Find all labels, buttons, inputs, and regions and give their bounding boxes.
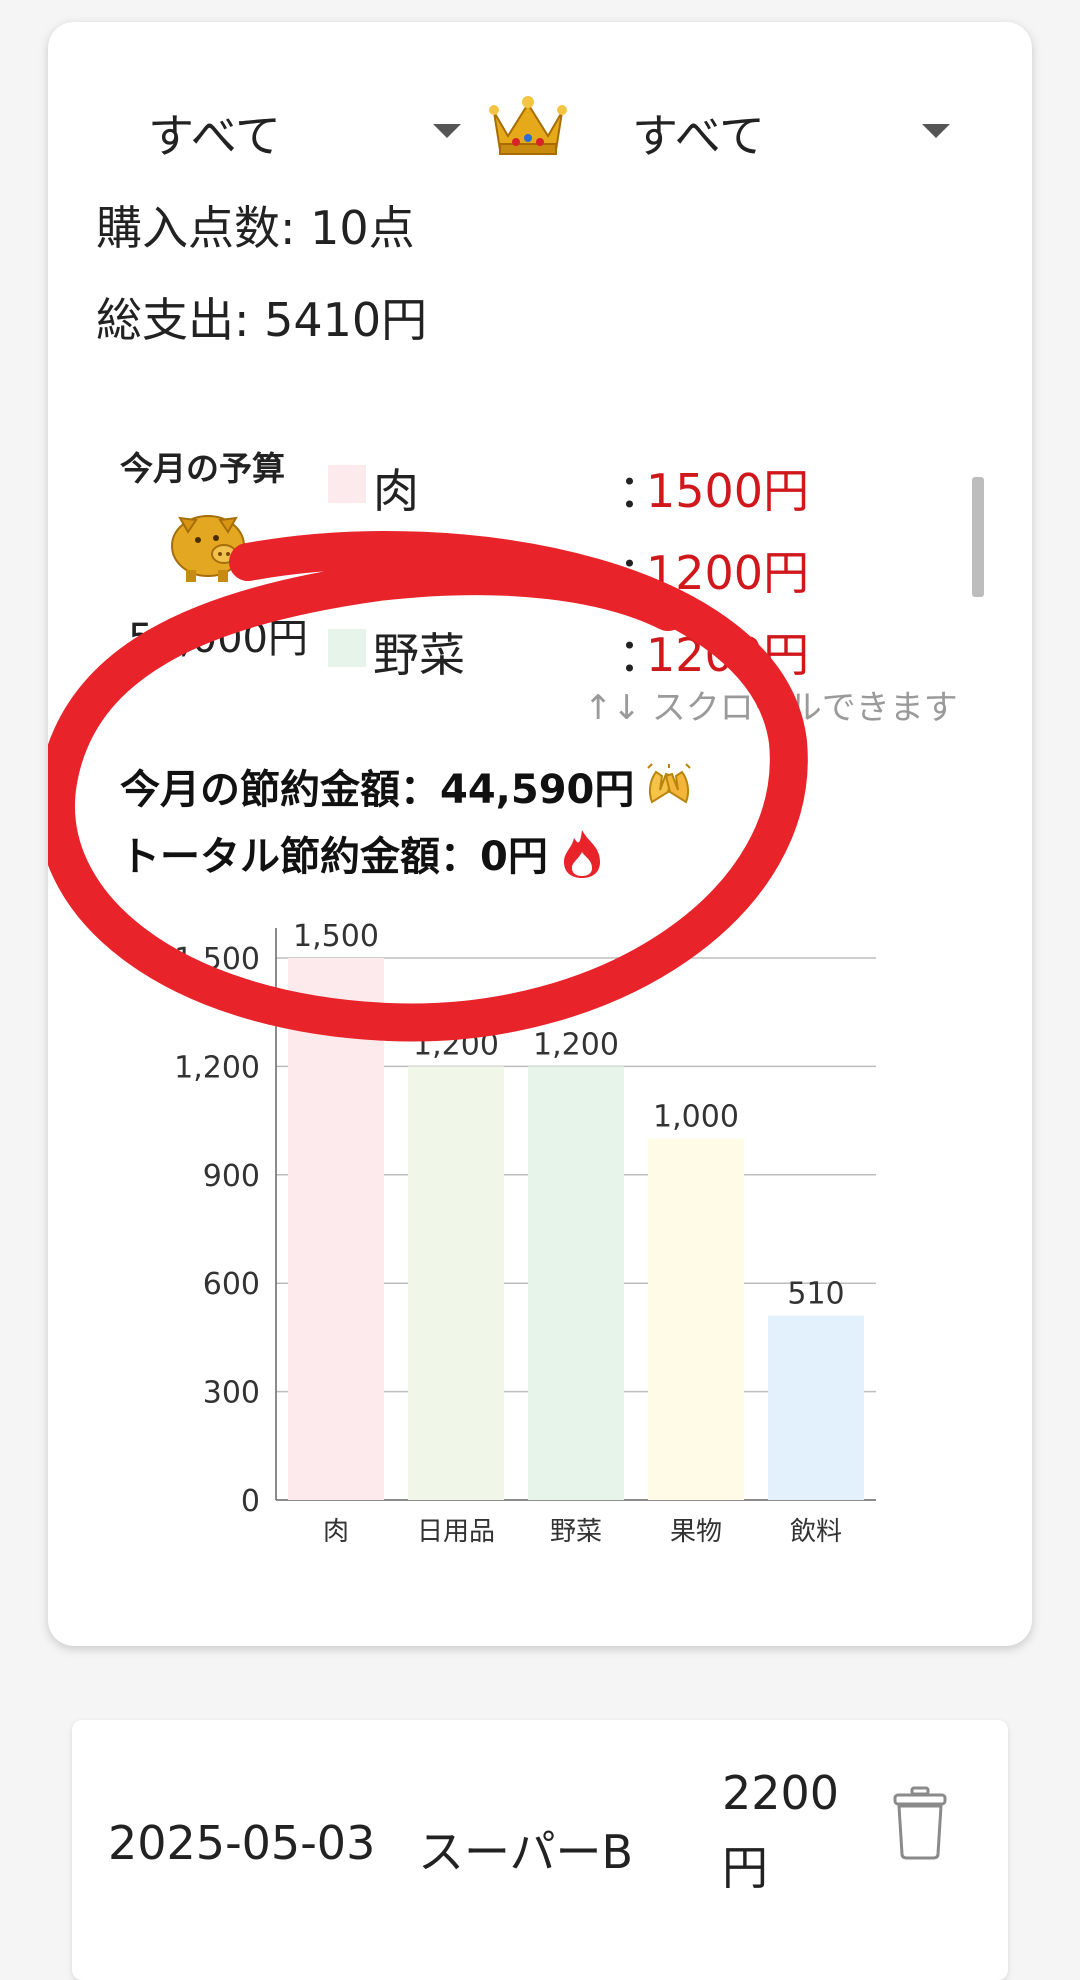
chart-x-tick-label: 果物 (670, 1517, 722, 1547)
chart-bar (288, 958, 384, 1500)
record-amount-unit: 円 (722, 1841, 768, 1895)
chart-x-tick-label: 飲料 (790, 1517, 842, 1547)
chart-data-label: 1,000 (653, 1100, 739, 1135)
record-store: スーパーB (418, 1825, 634, 1879)
chart-y-tick-label: 1,200 (174, 1050, 260, 1085)
chart-data-label: 1,200 (533, 1027, 619, 1062)
chart-x-tick-label: 日用品 (417, 1517, 495, 1547)
chart-bar (768, 1315, 864, 1500)
chart-x-tick-label: 野菜 (550, 1517, 602, 1547)
record-amount: 2200 (722, 1766, 840, 1820)
chart-y-tick-label: 900 (203, 1159, 260, 1194)
chart-bar (528, 1066, 624, 1500)
chart-x-tick-label: 肉 (323, 1517, 349, 1547)
chart-data-label: 1,200 (413, 1027, 499, 1062)
chart-data-label: 510 (787, 1277, 844, 1312)
spending-bar-chart: 0 300 600 900 1,200 1,500 1,500 肉 1,200 日用品 1,200 野… (174, 919, 876, 1547)
chart-bar (648, 1138, 744, 1500)
chart-y-tick-label: 0 (241, 1484, 260, 1519)
chart-y-tick-label: 600 (203, 1267, 260, 1302)
chart-y-tick-label: 300 (203, 1376, 260, 1411)
summary-card: すべて すべて 購入点数: 10点 総支出: 5410円 今月の予算 50,00… (48, 22, 1032, 1646)
chart-bar (408, 1066, 504, 1500)
purchase-record[interactable]: 2025-05-03 スーパーB 2200 円 (72, 1720, 1008, 1980)
chart-data-label: 1,500 (293, 919, 379, 954)
chart-y-tick-label: 1,500 (174, 942, 260, 977)
record-date: 2025-05-03 (108, 1816, 376, 1870)
trash-icon[interactable] (892, 1786, 948, 1860)
